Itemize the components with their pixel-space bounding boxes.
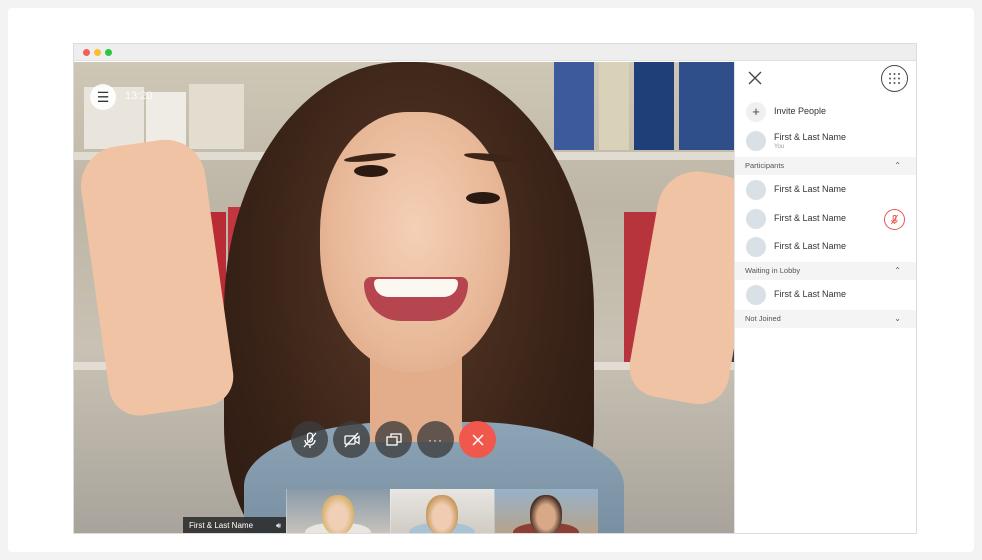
camera-off-icon: [343, 432, 360, 447]
stop-video-button[interactable]: [333, 421, 370, 458]
more-icon: ···: [428, 432, 443, 447]
speaker-icon: 🔊︎: [275, 521, 281, 530]
book: [599, 62, 629, 150]
chevron-down-icon: ⌄: [894, 314, 901, 323]
end-call-button[interactable]: [459, 421, 496, 458]
mute-microphone-button[interactable]: [291, 421, 328, 458]
close-window-dot[interactable]: [83, 49, 90, 56]
plus-icon: +: [746, 102, 766, 122]
left-hand: [75, 134, 238, 420]
book: [554, 62, 594, 150]
screenshot-frame: ☰ 13:20 ··· First & Last Name 🔊︎ + Invit…: [8, 8, 974, 552]
more-options-button[interactable]: ···: [417, 421, 454, 458]
close-icon: [471, 433, 484, 446]
participant-you-label: You: [774, 144, 785, 150]
hamburger-icon: ☰: [96, 88, 110, 105]
participant-name: First & Last Name: [774, 241, 847, 251]
not-joined-section-header[interactable]: Not Joined ⌄: [735, 310, 916, 328]
minimize-window-dot[interactable]: [94, 49, 101, 56]
book: [679, 62, 734, 150]
self-view-name-label: First & Last Name 🔊︎: [183, 517, 286, 533]
maximize-window-dot[interactable]: [105, 49, 112, 56]
book: [634, 62, 674, 150]
menu-button[interactable]: ☰: [90, 84, 116, 110]
waiting-in-lobby-section-header[interactable]: Waiting in Lobby ⌃: [735, 262, 916, 280]
invite-people-label: Invite People: [774, 106, 827, 116]
mic-off-icon: [303, 431, 316, 448]
participant-row[interactable]: First & Last Name: [735, 176, 916, 204]
dialpad-button[interactable]: [881, 65, 908, 92]
person-face: [320, 112, 510, 372]
participant-name: First & Last Name: [774, 213, 847, 223]
share-screen-button[interactable]: [375, 421, 412, 458]
eye: [466, 192, 500, 204]
app-window: ☰ 13:20 ··· First & Last Name 🔊︎ + Invit…: [73, 43, 917, 534]
avatar: [746, 180, 766, 200]
self-view-name: First & Last Name: [189, 521, 254, 530]
participant-thumbnail[interactable]: [286, 489, 390, 533]
participant-row[interactable]: First & Last Name: [735, 205, 916, 233]
share-screen-icon: [385, 432, 402, 446]
call-controls: ···: [291, 421, 496, 459]
call-time: 13:20: [125, 90, 153, 102]
eye: [354, 165, 388, 177]
participant-thumbnails: [286, 489, 598, 533]
participant-name: First & Last Name: [774, 132, 847, 142]
avatar: [746, 237, 766, 257]
lobby-participant-row[interactable]: First & Last Name: [735, 281, 916, 309]
book: [189, 84, 244, 149]
section-label: Waiting in Lobby: [745, 266, 801, 275]
title-bar: [74, 44, 916, 61]
dialpad-icon: [889, 73, 900, 84]
participants-section-header[interactable]: Participants ⌃: [735, 157, 916, 175]
section-label: Participants: [745, 161, 785, 170]
invite-people-row[interactable]: + Invite People: [735, 98, 916, 126]
participant-row[interactable]: First & Last Name: [735, 233, 916, 261]
avatar: [746, 285, 766, 305]
chevron-up-icon: ⌃: [894, 161, 901, 170]
participants-panel: + Invite People First & Last Name You Pa…: [734, 62, 916, 533]
chevron-up-icon: ⌃: [894, 266, 901, 275]
participant-thumbnail[interactable]: [494, 489, 598, 533]
participant-thumbnail[interactable]: [390, 489, 494, 533]
self-participant-row: First & Last Name You: [735, 127, 916, 155]
section-label: Not Joined: [745, 314, 781, 323]
avatar: [746, 209, 766, 229]
participant-name: First & Last Name: [774, 184, 847, 194]
muted-mic-icon: [884, 209, 905, 230]
participant-name: First & Last Name: [774, 289, 847, 299]
close-panel-icon[interactable]: [747, 70, 763, 86]
main-video: ☰ 13:20 ··· First & Last Name 🔊︎: [74, 62, 734, 533]
avatar: [746, 131, 766, 151]
